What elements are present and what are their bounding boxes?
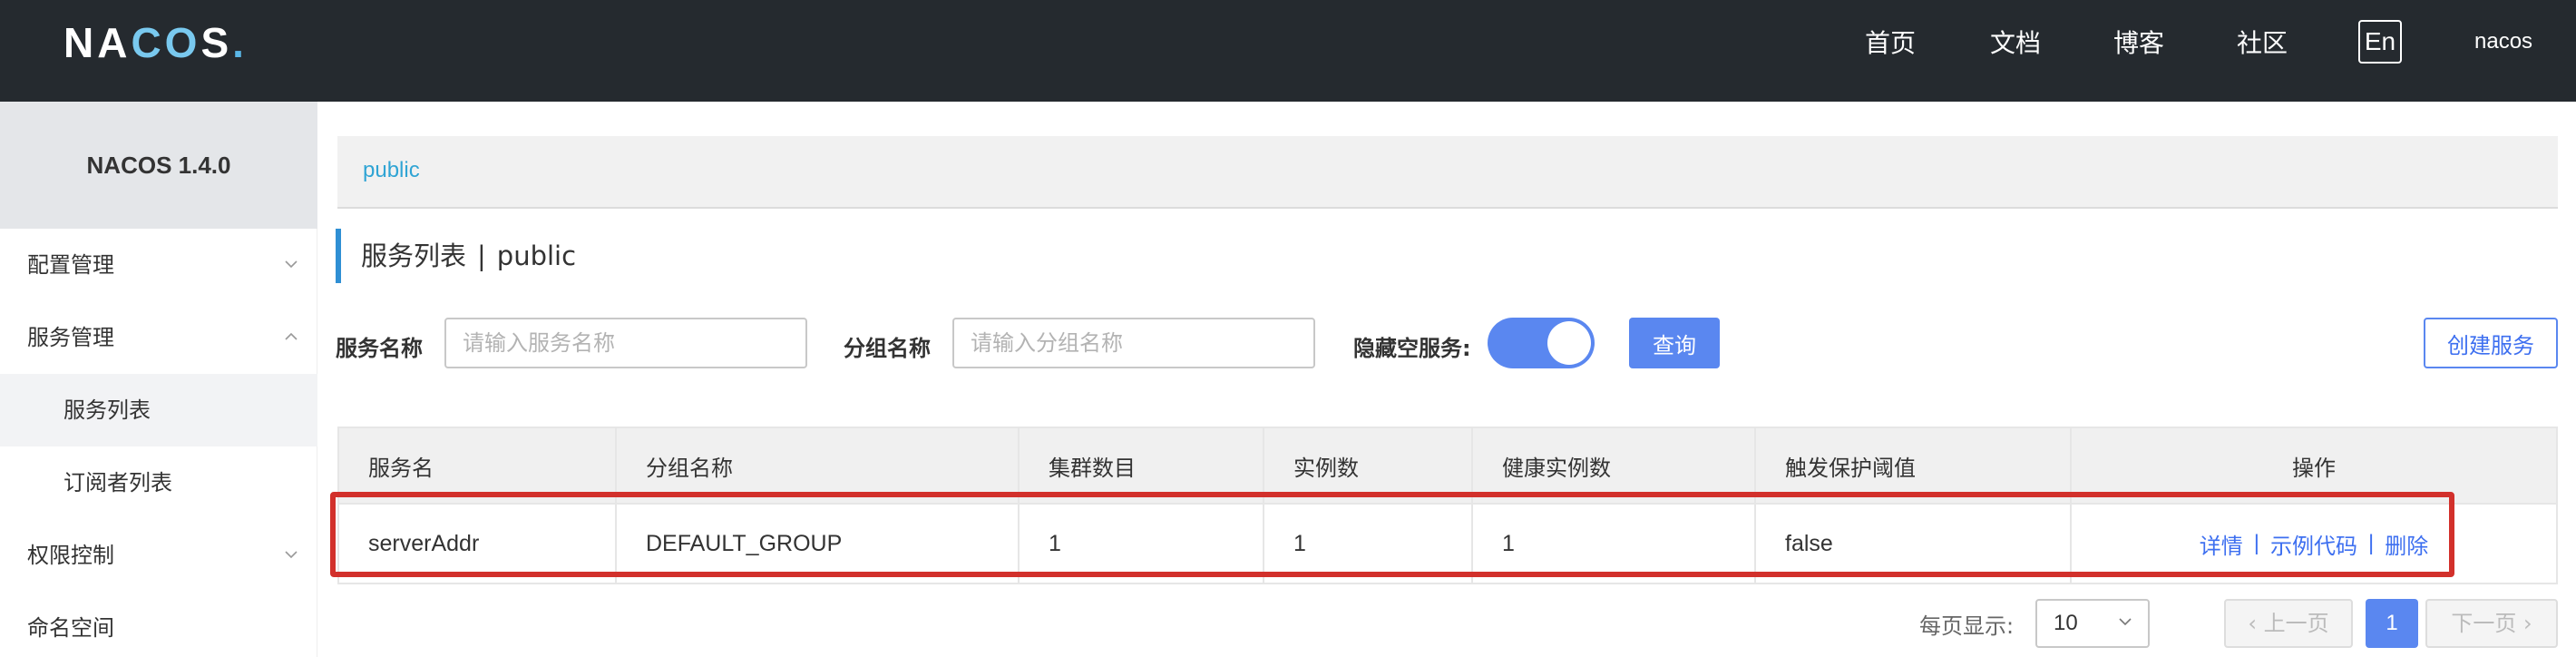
nav-home[interactable]: 首页	[1865, 24, 1916, 60]
sidebar-item-access-control[interactable]: 权限控制	[0, 519, 317, 592]
logo-text-right: S	[200, 19, 233, 66]
sidebar-item-config-management[interactable]: 配置管理	[0, 229, 317, 301]
cell-healthy-instance-count: 1	[1473, 505, 1756, 583]
page-title-namespace: public	[496, 240, 577, 271]
prev-page-label: 上一页	[2263, 611, 2329, 636]
page-size-label: 每页显示:	[1919, 613, 2015, 639]
page-title-separator: |	[477, 240, 486, 271]
page-size-select[interactable]: 10	[2035, 599, 2150, 648]
delete-link[interactable]: 删除	[2385, 528, 2428, 560]
page-title-text: 服务列表	[361, 240, 467, 271]
column-header-healthy-instance-count: 健康实例数	[1473, 428, 1756, 503]
cell-actions: 详情 | 示例代码 | 删除	[2072, 505, 2556, 583]
prev-page-button[interactable]: ‹ 上一页	[2224, 599, 2353, 648]
sidebar-item-label: 命名空间	[27, 615, 114, 641]
top-navbar: NACOS. 首页 文档 博客 社区 En nacos	[0, 0, 2576, 102]
column-header-group-name: 分组名称	[617, 428, 1020, 503]
toggle-knob	[1547, 321, 1591, 365]
action-separator: |	[2253, 531, 2259, 555]
nacos-logo[interactable]: NACOS.	[63, 18, 248, 67]
cell-cluster-count: 1	[1020, 505, 1264, 583]
service-table: 服务名 分组名称 集群数目 实例数 健康实例数 触发保护阈值 操作 server…	[337, 427, 2558, 584]
page-size-value: 10	[2054, 611, 2078, 635]
user-menu[interactable]: nacos	[2474, 29, 2532, 54]
nav-docs[interactable]: 文档	[1990, 24, 2041, 60]
sidebar-item-subscriber-list[interactable]: 订阅者列表	[0, 446, 317, 519]
cell-protect-threshold: false	[1756, 505, 2072, 583]
sample-code-link[interactable]: 示例代码	[2270, 528, 2357, 560]
table-header: 服务名 分组名称 集群数目 实例数 健康实例数 触发保护阈值 操作	[339, 428, 2556, 505]
hide-empty-services-toggle[interactable]	[1488, 318, 1595, 368]
chevron-up-icon	[285, 332, 298, 340]
chevron-down-icon	[2119, 618, 2132, 626]
hide-empty-services-label: 隐藏空服务:	[1353, 336, 1471, 361]
chevron-down-icon	[285, 551, 298, 559]
logo-text-co: CO	[131, 19, 201, 66]
logo-dot: .	[232, 19, 248, 66]
namespace-bar: public	[337, 136, 2558, 209]
sidebar-item-service-list[interactable]: 服务列表	[0, 374, 317, 446]
detail-link[interactable]: 详情	[2200, 528, 2243, 560]
sidebar-item-label: 订阅者列表	[63, 470, 172, 495]
current-page-button[interactable]: 1	[2366, 599, 2418, 648]
sidebar-item-label: 配置管理	[27, 252, 114, 278]
next-page-button[interactable]: 下一页 ›	[2425, 599, 2558, 648]
column-header-service-name: 服务名	[339, 428, 617, 503]
chevron-right-icon: ›	[2516, 611, 2532, 636]
next-page-label: 下一页	[2451, 611, 2517, 636]
logo-text-left: NA	[63, 19, 132, 66]
column-header-protect-threshold: 触发保护阈值	[1756, 428, 2072, 503]
cell-instance-count: 1	[1264, 505, 1473, 583]
language-switch-button[interactable]: En	[2358, 20, 2402, 64]
group-name-input[interactable]	[952, 318, 1315, 368]
cell-service-name: serverAddr	[339, 505, 617, 583]
sidebar-item-namespace[interactable]: 命名空间	[0, 592, 317, 657]
sidebar-item-label: 权限控制	[27, 543, 114, 568]
chevron-down-icon	[285, 260, 298, 269]
sidebar-item-service-management[interactable]: 服务管理	[0, 301, 317, 374]
sidebar-item-label: 服务列表	[63, 397, 151, 423]
service-name-input[interactable]	[444, 318, 807, 368]
page-title: 服务列表 | public	[336, 229, 576, 283]
column-header-actions: 操作	[2292, 455, 2336, 481]
cell-group-name: DEFAULT_GROUP	[617, 505, 1020, 583]
column-header-instance-count: 实例数	[1264, 428, 1473, 503]
group-name-label: 分组名称	[844, 336, 931, 361]
table-row: serverAddr DEFAULT_GROUP 1 1 1 false 详情 …	[339, 505, 2556, 583]
nav-community[interactable]: 社区	[2237, 24, 2288, 60]
sidebar-title: NACOS 1.4.0	[0, 102, 317, 229]
service-name-label: 服务名称	[336, 336, 423, 361]
chevron-left-icon: ‹	[2248, 611, 2264, 636]
sidebar: NACOS 1.4.0 配置管理 服务管理 服务列表 订阅者列表 权限控制 命名…	[0, 102, 317, 657]
column-header-cluster-count: 集群数目	[1020, 428, 1264, 503]
create-service-button[interactable]: 创建服务	[2424, 318, 2558, 368]
namespace-link-public[interactable]: public	[363, 158, 420, 183]
query-button[interactable]: 查询	[1629, 318, 1720, 368]
sidebar-item-label: 服务管理	[27, 325, 114, 350]
nav-blog[interactable]: 博客	[2113, 24, 2164, 60]
action-separator: |	[2368, 531, 2375, 555]
